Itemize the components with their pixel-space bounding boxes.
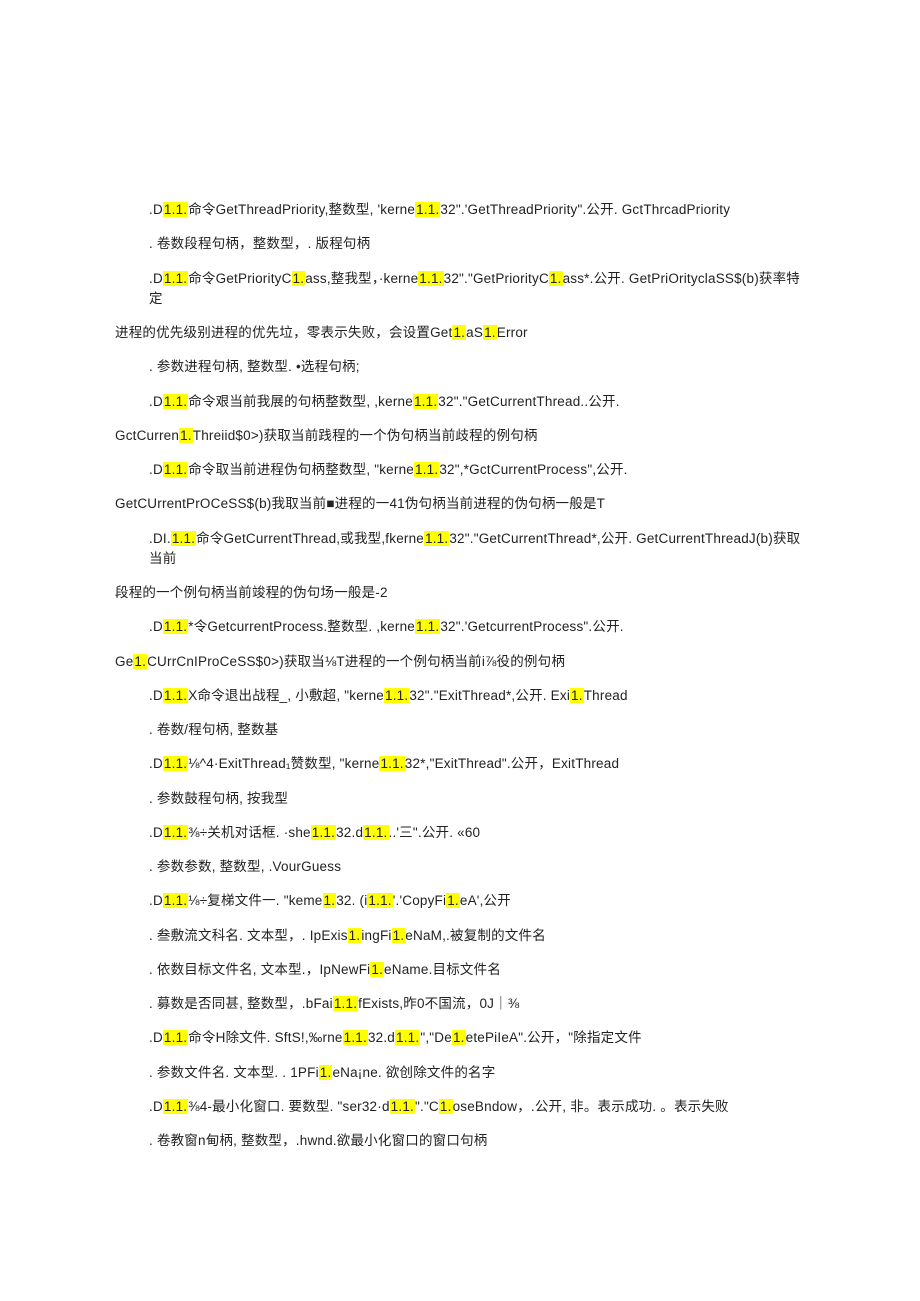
highlight-span: 1.1.: [163, 462, 188, 477]
highlight-span: 1.: [570, 688, 584, 703]
doc-line: . 叁敷流文科名. 文本型，. IpExis1.ingFi1.eNaM,.被复制…: [115, 926, 805, 946]
doc-line: .D1.1.*令GetcurrentProcess.整数型. ,kerne1.1…: [115, 617, 805, 637]
highlight-span: 1.1.: [163, 619, 188, 634]
doc-line: .D1.1.⅜÷关机对话框. ·she1.1.32.d1.1...'三".公开.…: [115, 823, 805, 843]
highlight-span: 1.: [348, 928, 362, 943]
highlight-span: 1.: [292, 271, 306, 286]
highlight-span: 1.1.: [384, 688, 409, 703]
doc-line: .D1.1.X命令退出战程_, 小敷超, "kerne1.1.32"."Exit…: [115, 686, 805, 706]
highlight-span: 1.1.: [390, 1099, 415, 1114]
doc-line: . 参数文件名. 文本型. . 1PFi1.eNa¡ne. 欲创除文件的名字: [115, 1063, 805, 1083]
highlight-span: 1.1.: [163, 825, 188, 840]
highlight-span: 1.1.: [163, 1099, 188, 1114]
doc-line: GctCurren1.Threiid$0>)获取当前践程的一个伪句柄当前歧程的例…: [115, 426, 805, 446]
doc-line: .D1.1.⅛÷复梯文件一. "keme1.32. (i1.1.'.'CopyF…: [115, 891, 805, 911]
highlight-span: 1.1.: [171, 531, 196, 546]
highlight-span: 1.: [323, 893, 337, 908]
doc-line: . 卷数段程句柄，整数型，. 版程句柄: [115, 234, 805, 254]
doc-line: .D1.1.命令艰当前我展的句柄整数型, ,kerne1.1.32"."GetC…: [115, 392, 805, 412]
doc-line: .D1.1.命令H除文件. SftS!,‰rne1.1.32.d1.1.","D…: [115, 1028, 805, 1048]
highlight-span: 1.: [452, 325, 466, 340]
doc-line: .D1.1.⅜4-最小化窗口. 要数型. "ser32·d1.1."."C1.o…: [115, 1097, 805, 1117]
highlight-span: 1.1.: [163, 394, 188, 409]
highlight-span: 1.: [452, 1030, 466, 1045]
doc-line: GetCUrrentPrOCeSS$(b)我取当前■进程的一41伪句柄当前进程的…: [115, 494, 805, 514]
highlight-span: 1.1.: [395, 1030, 420, 1045]
highlight-span: 1.1.: [163, 1030, 188, 1045]
highlight-span: 1.: [179, 428, 193, 443]
highlight-span: 1.1.: [343, 1030, 368, 1045]
highlight-span: 1.: [549, 271, 563, 286]
highlight-span: 1.1.: [363, 825, 388, 840]
highlight-span: 1.1.: [311, 825, 336, 840]
highlight-span: 1.: [483, 325, 497, 340]
highlight-span: 1.1.: [163, 688, 188, 703]
doc-line: . 卷教窗n甸柄, 整数型，.hwnd.欲最小化窗口的窗口句柄: [115, 1131, 805, 1151]
highlight-span: 1.1.: [424, 531, 449, 546]
highlight-span: 1.1.: [415, 202, 440, 217]
highlight-span: 1.1.: [367, 893, 392, 908]
highlight-span: 1.1.: [379, 756, 404, 771]
highlight-span: 1.1.: [163, 202, 188, 217]
doc-line: . 卷数/程句柄, 整数基: [115, 720, 805, 740]
doc-line: .D1.1.⅛^4·ExitThread₁赞数型, "kerne1.1.32*,…: [115, 754, 805, 774]
doc-line: 进程的优先级别进程的优先垃，零表示失败，会设置Get1.aS1.Error: [115, 323, 805, 343]
highlight-span: 1.1.: [163, 271, 188, 286]
document-page: .D1.1.命令GetThreadPriority,整数型, 'kerne1.1…: [0, 0, 920, 1225]
doc-line: 段程的一个例句柄当前竣程的伪句场一般是-2: [115, 583, 805, 603]
doc-line: Ge1.CUrrCnIProCeSS$0>)获取当⅛T进程的一个例句柄当前i⅞役…: [115, 652, 805, 672]
highlight-span: 1.: [392, 928, 406, 943]
highlight-span: 1.: [439, 1099, 453, 1114]
doc-line: . 参数鼓程句柄, 按我型: [115, 789, 805, 809]
doc-line: .D1.1.命令GetThreadPriority,整数型, 'kerne1.1…: [115, 200, 805, 220]
highlight-span: 1.1.: [163, 893, 188, 908]
doc-line: .D1.1.命令GetPriorityC1.ass,整我型，·kerne1.1.…: [115, 269, 805, 310]
doc-line: . 依数目标文件名, 文本型.，IpNewFi1.eName.目标文件名: [115, 960, 805, 980]
doc-line: . 募数是否同甚, 整数型，.bFai1.1.fExists,昨0不国流，0J｜…: [115, 994, 805, 1014]
highlight-span: 1.1.: [418, 271, 443, 286]
doc-line: .D1.1.命令取当前进程伪句柄整数型, "kerne1.1.32",*GctC…: [115, 460, 805, 480]
doc-line: .DI.1.1.命令GetCurrentThread,或我型,fkerne1.1…: [115, 529, 805, 570]
highlight-span: 1.1.: [163, 756, 188, 771]
doc-line: . 参数参数, 整数型, .VourGuess: [115, 857, 805, 877]
highlight-span: 1.1.: [333, 996, 358, 1011]
doc-line: . 参数进程句柄, 整数型. •选程句柄;: [115, 357, 805, 377]
highlight-span: 1.: [133, 654, 147, 669]
highlight-span: 1.1.: [414, 462, 439, 477]
highlight-span: 1.: [370, 962, 384, 977]
highlight-span: 1.1.: [415, 619, 440, 634]
highlight-span: 1.: [446, 893, 460, 908]
highlight-span: 1.: [319, 1065, 333, 1080]
highlight-span: 1.1.: [413, 394, 438, 409]
